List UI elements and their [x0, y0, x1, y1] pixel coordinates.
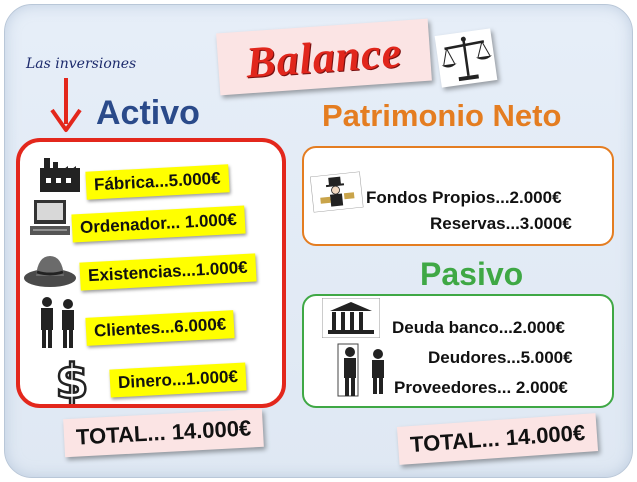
bank-icon	[321, 297, 381, 343]
pasivo-item-deudores: Deudores...5.000€	[428, 348, 573, 367]
pasivo-item-proveedores: Proveedores... 2.000€	[394, 378, 568, 397]
people-icon	[34, 296, 82, 355]
business-people-icon	[336, 342, 394, 405]
activo-heading: Activo	[96, 94, 200, 132]
arrow-down-icon	[50, 78, 82, 132]
patrimonio-heading: Patrimonio Neto	[322, 98, 562, 133]
computer-icon	[28, 198, 72, 243]
patrimonio-item-reservas: Reservas...3.000€	[430, 214, 572, 233]
hat-icon	[22, 250, 78, 295]
annotation-text: Las inversiones	[26, 56, 137, 72]
patrimonio-item-fondos: Fondos Propios...2.000€	[366, 188, 562, 207]
pasivo-heading: Pasivo	[420, 256, 524, 292]
svg-text:$: $	[55, 354, 88, 404]
balance-scale-icon	[434, 28, 498, 88]
pasivo-item-deuda-banco: Deuda banco...2.000€	[392, 318, 565, 337]
monopoly-man-icon	[309, 170, 365, 217]
page-title: Balance	[244, 27, 404, 87]
factory-icon	[38, 154, 82, 199]
dollar-icon: $	[48, 353, 96, 412]
